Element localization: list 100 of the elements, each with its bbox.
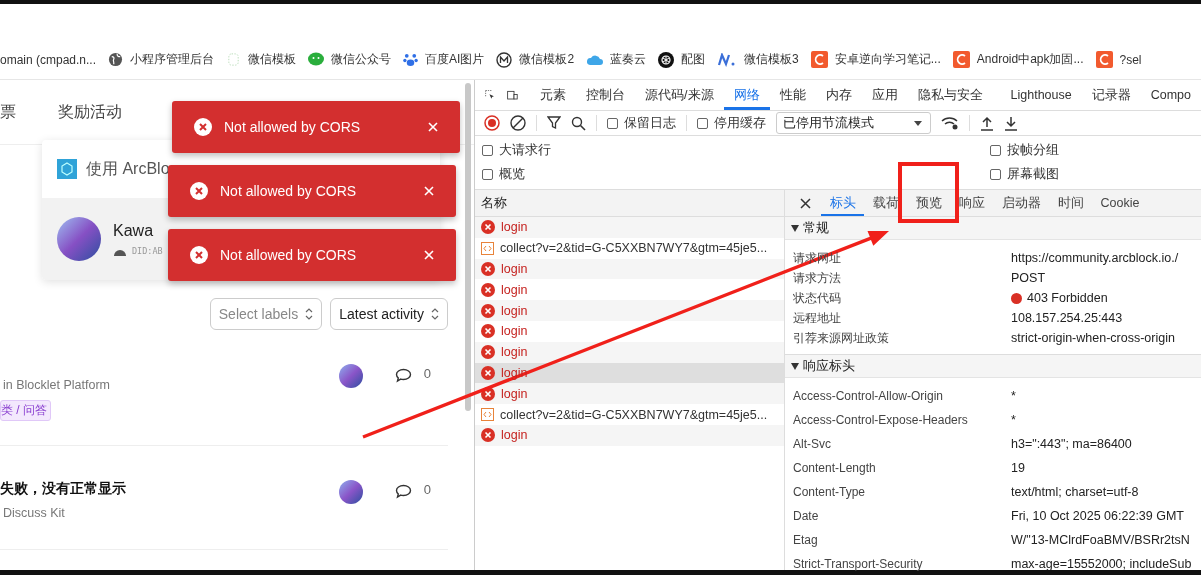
bookmark[interactable]: 微信公众号 bbox=[308, 51, 392, 68]
nav-link[interactable]: 奖励活动 bbox=[58, 101, 122, 123]
request-row[interactable]: collect?v=2&tid=G-C5XXBN7WY7&gtm=45je5... bbox=[475, 237, 784, 259]
script-file-icon bbox=[481, 241, 494, 255]
bookmark[interactable]: 微信模板3 bbox=[717, 51, 799, 68]
checkbox[interactable]: 停用缓存 bbox=[697, 114, 766, 132]
section-header[interactable]: 响应标头 bbox=[785, 355, 1201, 378]
section-header[interactable]: 常规 bbox=[785, 217, 1201, 240]
toast-message: Not allowed by CORS bbox=[220, 183, 358, 199]
detail-tab[interactable]: 响应 bbox=[950, 190, 993, 216]
header-value: * bbox=[1011, 413, 1016, 427]
detail-tab[interactable]: Cookie bbox=[1092, 190, 1148, 216]
panel-tab[interactable]: Lighthouse bbox=[1000, 80, 1082, 110]
header-name: Content-Length bbox=[793, 461, 877, 475]
error-icon bbox=[481, 428, 495, 443]
header-name: Content-Type bbox=[793, 485, 867, 499]
record-icon[interactable] bbox=[484, 115, 500, 131]
panel-tab[interactable]: 隐私与安全 bbox=[907, 80, 993, 110]
wifi-gear-icon[interactable] bbox=[941, 116, 959, 130]
request-row[interactable]: login bbox=[475, 321, 784, 342]
checkbox[interactable]: 大请求行 bbox=[482, 138, 990, 162]
section-title: 响应标头 bbox=[803, 357, 855, 375]
bookmark[interactable]: ?sel bbox=[1095, 51, 1142, 68]
filter-icon[interactable] bbox=[547, 116, 561, 130]
request-row[interactable]: login bbox=[475, 383, 784, 405]
header-value: text/html; charset=utf-8 bbox=[1011, 485, 1139, 499]
request-row[interactable]: collect?v=2&tid=G-C5XXBN7WY7&gtm=45je5... bbox=[475, 404, 784, 425]
download-icon[interactable] bbox=[1004, 115, 1018, 131]
popover-title: 使用 ArcBlo bbox=[86, 158, 170, 179]
header-name: 状态代码 bbox=[793, 289, 842, 307]
detail-tab[interactable]: 载荷 bbox=[864, 190, 907, 216]
section-title: 常规 bbox=[803, 219, 829, 237]
avatar bbox=[338, 480, 363, 504]
checkbox[interactable]: 保留日志 bbox=[607, 114, 676, 132]
sort-select[interactable]: Latest activity bbox=[330, 298, 448, 330]
panel-tab[interactable]: 控制台 bbox=[576, 80, 636, 110]
bookmark[interactable]: 蓝奏云 bbox=[586, 51, 647, 68]
request-row[interactable]: login bbox=[475, 424, 784, 446]
panel-tab[interactable]: 网络 bbox=[723, 80, 770, 110]
bookmark[interactable]: 百度AI图片 bbox=[403, 51, 485, 68]
close-icon[interactable] bbox=[800, 197, 811, 209]
bookmark[interactable]: Android中apk加固... bbox=[952, 51, 1084, 68]
detail-tab[interactable]: 时间 bbox=[1049, 190, 1092, 216]
header-value: 108.157.254.25:443 bbox=[1011, 311, 1123, 325]
header-value: Fri, 10 Oct 2025 06:22:39 GMT bbox=[1011, 509, 1184, 523]
checkbox[interactable]: 按帧分组 bbox=[990, 138, 1201, 162]
request-row[interactable]: login bbox=[475, 279, 784, 301]
panel-tab[interactable]: 源代码/来源 bbox=[635, 80, 724, 110]
request-row[interactable]: login bbox=[475, 217, 784, 238]
header-name: Strict-Transport-Security bbox=[793, 557, 924, 571]
toast-message: Not allowed by CORS bbox=[220, 247, 358, 263]
post-title[interactable]: 失败，没有正常显示 bbox=[0, 480, 126, 498]
bookmark[interactable]: 微信模板 bbox=[226, 51, 297, 68]
panel-tab[interactable]: 内存 bbox=[815, 80, 862, 110]
request-row[interactable]: login bbox=[475, 258, 784, 280]
detail-tab[interactable]: 启动器 bbox=[993, 190, 1049, 216]
error-icon bbox=[190, 246, 208, 264]
error-icon bbox=[481, 365, 495, 380]
upload-icon[interactable] bbox=[980, 115, 994, 131]
panel-tab[interactable]: 元素 bbox=[530, 80, 577, 110]
checkbox[interactable]: 概览 bbox=[482, 162, 990, 186]
column-header[interactable]: 名称 bbox=[475, 190, 784, 217]
search-icon[interactable] bbox=[571, 115, 586, 131]
did-address: DID:AB bbox=[132, 246, 163, 256]
detail-tab[interactable]: 预览 bbox=[907, 190, 950, 216]
post-category: in Blocklet Platform bbox=[2, 378, 110, 392]
panel-tab[interactable]: 性能 bbox=[769, 80, 816, 110]
header-value: 403 Forbidden bbox=[1027, 291, 1108, 305]
scrollbar-thumb[interactable] bbox=[465, 83, 471, 411]
header-name: 引荐来源网址政策 bbox=[793, 329, 890, 347]
bookmark[interactable]: omain (cmpad.n... bbox=[0, 52, 97, 67]
avatar bbox=[338, 364, 363, 388]
error-icon bbox=[481, 220, 495, 235]
sort-select[interactable]: Select labels bbox=[209, 298, 323, 330]
header-name: Date bbox=[793, 509, 820, 523]
bookmark[interactable]: 小程序管理后台 bbox=[108, 51, 215, 68]
checkbox[interactable]: 屏幕截图 bbox=[990, 162, 1201, 186]
panel-tab[interactable]: 记录器 bbox=[1081, 80, 1141, 110]
updown-icon bbox=[305, 307, 314, 321]
header-name: Etag bbox=[793, 533, 819, 547]
bookmark[interactable]: 配图 bbox=[658, 51, 706, 68]
request-row[interactable]: login bbox=[475, 300, 784, 321]
panel-tab[interactable]: 应用 bbox=[861, 80, 908, 110]
dotted-icon bbox=[226, 52, 242, 67]
nav-link[interactable]: 票 bbox=[0, 101, 16, 123]
c-logo-icon bbox=[810, 51, 828, 68]
error-icon bbox=[481, 303, 495, 318]
bookmark[interactable]: 微信模板2 bbox=[496, 51, 575, 68]
error-icon bbox=[481, 282, 495, 297]
error-icon bbox=[190, 182, 208, 200]
request-row[interactable]: login bbox=[475, 341, 784, 363]
header-value: 19 bbox=[1011, 461, 1025, 475]
throttling-dropdown[interactable]: 已停用节流模式 bbox=[776, 112, 931, 134]
panel-tab[interactable]: Compo bbox=[1140, 80, 1201, 110]
c-logo-icon bbox=[1095, 51, 1113, 68]
knot-icon bbox=[658, 51, 675, 68]
header-value: POST bbox=[1011, 271, 1046, 285]
clear-icon[interactable] bbox=[510, 115, 526, 131]
header-value: https://community.arcblock.io./ bbox=[1011, 251, 1179, 265]
bookmark[interactable]: 安卓逆向学习笔记... bbox=[810, 51, 941, 68]
